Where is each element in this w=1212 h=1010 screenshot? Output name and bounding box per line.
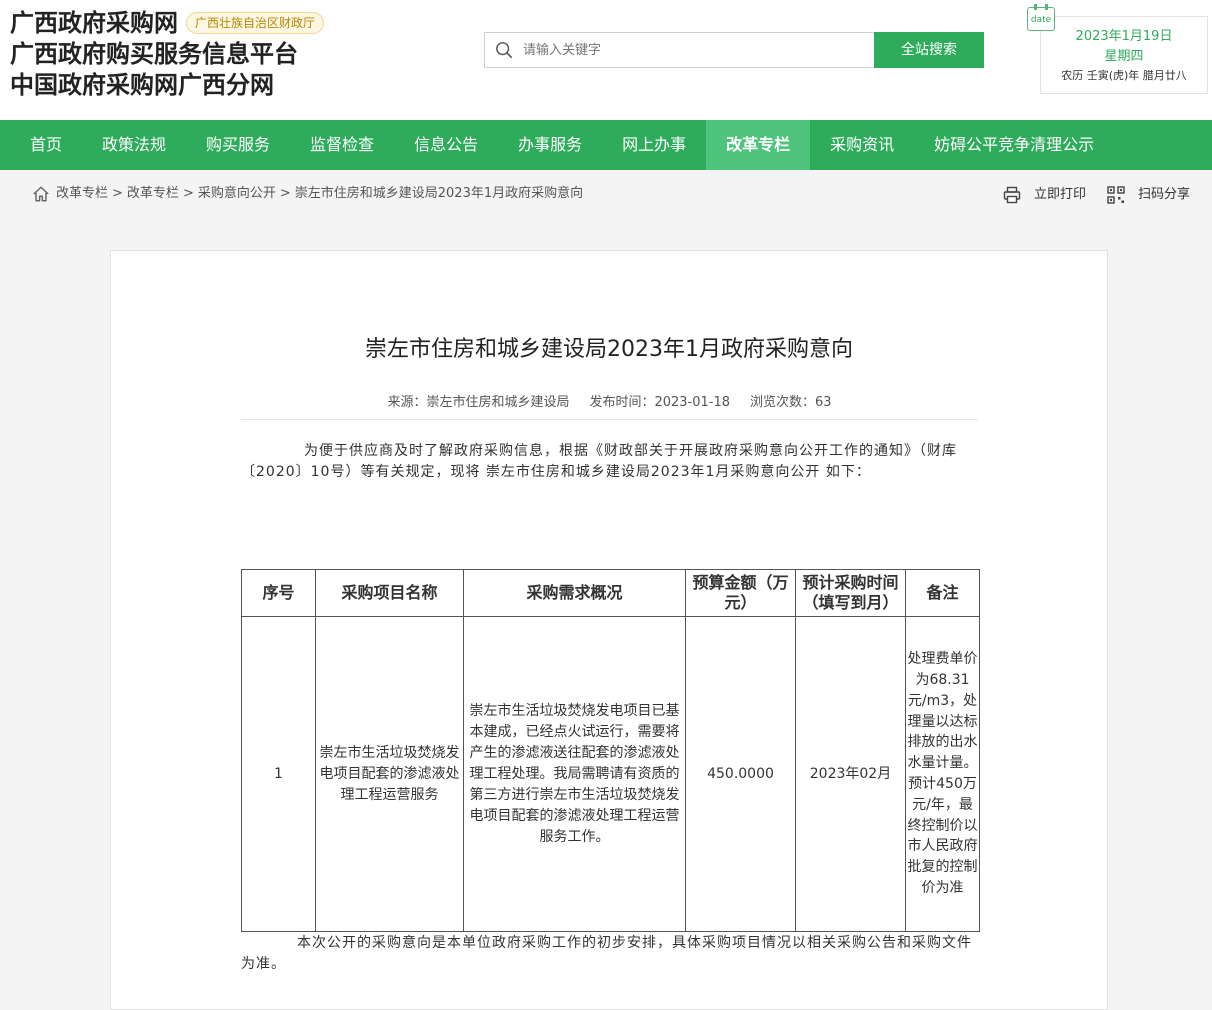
calendar-icon: date [1027,4,1055,31]
procurement-table: 序号 采购项目名称 采购需求概况 预算金额（万元） 预计采购时间（填写到月） 备… [241,569,980,932]
breadcrumb-item[interactable]: 改革专栏 [56,186,108,201]
article-meta: 来源：崇左市住房和城乡建设局 发布时间：2023-01-18 浏览次数：63 [241,391,978,420]
print-button[interactable]: 立即打印 [1002,184,1086,206]
qr-code-icon [1107,186,1125,204]
article-source: 来源：崇左市住房和城乡建设局 [387,395,570,410]
header-remark: 备注 [905,569,980,617]
site-title-1[interactable]: 广西政府采购网 [10,9,178,37]
nav-item-fair-competition[interactable]: 妨碍公平竞争清理公示 [914,120,1114,170]
header-budget: 预算金额（万元） [685,569,796,617]
cell-summary: 崇左市生活垃圾焚烧发电项目已基本建成，已经点火试运行，需要将产生的渗滤液送往配套… [463,616,686,932]
breadcrumb-separator: > [182,186,194,201]
article-intro: 为便于供应商及时了解政府采购信息，根据《财政部关于开展政府采购意向公开工作的通知… [241,443,957,480]
date-box: date 2023年1月19日 星期四 农历 壬寅(虎)年 腊月廿八 [1027,4,1208,94]
date-gregorian: 2023年1月19日 [1075,29,1173,44]
article-card: 崇左市住房和城乡建设局2023年1月政府采购意向 来源：崇左市住房和城乡建设局 发… [110,250,1108,1010]
breadcrumb: 改革专栏 > 改革专栏 > 采购意向公开 > 崇左市住房和城乡建设局2023年1月政府采购意… [56,184,583,204]
table-row: 1 崇左市生活垃圾焚烧发电项目配套的渗滤液处理工程运营服务 崇左市生活垃圾焚烧发… [241,616,980,932]
cell-time: 2023年02月 [795,616,906,932]
date-lunar: 农历 壬寅(虎)年 腊月廿八 [1061,69,1187,82]
site-title-2[interactable]: 广西政府购买服务信息平台 [10,39,324,70]
home-icon[interactable] [32,185,50,203]
main-nav: 首页 政策法规 购买服务 监督检查 信息公告 办事服务 网上办事 改革专栏 采购… [0,120,1212,170]
nav-item-online[interactable]: 网上办事 [602,120,706,170]
search-input[interactable] [523,33,863,67]
share-label[interactable]: 扫码分享 [1138,184,1190,206]
nav-item-home[interactable]: 首页 [0,120,82,170]
nav-item-news[interactable]: 采购资讯 [810,120,914,170]
site-title-3[interactable]: 中国政府采购网广西分网 [10,70,324,101]
printer-icon [1003,186,1021,204]
search-button[interactable]: 全站搜索 [874,32,984,68]
nav-item-announcements[interactable]: 信息公告 [394,120,498,170]
site-titles: 广西政府采购网 广西壮族自治区财政厅 广西政府购买服务信息平台 中国政府采购网广西… [10,8,325,101]
header-time: 预计采购时间（填写到月） [795,569,906,617]
article-publish-time: 发布时间：2023-01-18 [589,395,731,410]
print-label[interactable]: 立即打印 [1034,184,1086,206]
breadcrumb-bar: 改革专栏 > 改革专栏 > 采购意向公开 > 崇左市住房和城乡建设局2023年1月政府采购意… [0,170,1212,218]
cell-budget: 450.0000 [685,616,796,932]
search-icon [496,42,513,59]
article-closing: 本次公开的采购意向是本单位政府采购工作的初步安排，具体采购项目情况以相关采购公告… [241,935,972,972]
breadcrumb-current: 崇左市住房和城乡建设局2023年1月政府采购意向 [294,186,584,201]
breadcrumb-separator: > [279,186,291,201]
header-project-name: 采购项目名称 [315,569,464,617]
breadcrumb-separator: > [112,186,123,201]
date-tag-label: date [1030,15,1052,25]
site-header: 广西政府采购网 广西壮族自治区财政厅 广西政府购买服务信息平台 中国政府采购网广西… [0,0,1212,120]
nav-item-reform[interactable]: 改革专栏 [706,120,811,170]
nav-item-purchase-service[interactable]: 购买服务 [186,120,290,170]
nav-item-policy[interactable]: 政策法规 [82,120,186,170]
nav-item-services[interactable]: 办事服务 [498,120,602,170]
search-box [484,32,874,68]
date-weekday: 星期四 [1104,49,1144,64]
breadcrumb-item[interactable]: 采购意向公开 [198,186,276,201]
page-tools: 立即打印 扫码分享 [982,184,1190,206]
dept-badge[interactable]: 广西壮族自治区财政厅 [186,12,325,34]
cell-project-name: 崇左市生活垃圾焚烧发电项目配套的渗滤液处理工程运营服务 [315,616,464,932]
article-title: 崇左市住房和城乡建设局2023年1月政府采购意向 [365,337,853,362]
share-button[interactable]: 扫码分享 [1106,184,1190,206]
breadcrumb-item[interactable]: 改革专栏 [127,186,179,201]
header-summary: 采购需求概况 [463,569,686,617]
cell-seq: 1 [241,616,316,932]
nav-item-supervision[interactable]: 监督检查 [290,120,394,170]
cell-remark: 处理费单价为68.31元/m3，处理量以达标排放的出水水量计量。预计450万元/… [905,616,980,932]
article-views: 浏览次数：63 [750,395,832,410]
site-title-primary[interactable]: 广西政府采购网 广西壮族自治区财政厅 [10,8,325,39]
header-seq: 序号 [241,569,316,617]
table-header-row: 序号 采购项目名称 采购需求概况 预算金额（万元） 预计采购时间（填写到月） 备… [241,569,980,617]
